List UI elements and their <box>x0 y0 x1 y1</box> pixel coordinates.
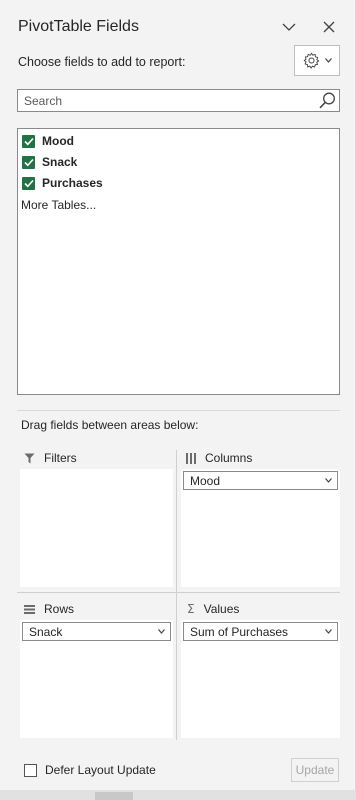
filters-drop-area[interactable] <box>20 469 173 587</box>
defer-checkbox[interactable] <box>24 763 37 777</box>
checkmark-icon <box>23 179 34 187</box>
filters-area-header: Filters <box>24 451 77 465</box>
update-button[interactable]: Update <box>291 758 339 782</box>
gear-icon <box>303 52 319 69</box>
filter-icon <box>24 453 35 463</box>
defer-label: Defer Layout Update <box>45 763 156 777</box>
pane-title: PivotTable Fields <box>18 18 139 35</box>
values-area-title: Values <box>203 602 240 616</box>
columns-area-title: Columns <box>205 451 253 465</box>
normal-view-button[interactable] <box>95 792 133 800</box>
chevron-down-icon <box>158 629 165 634</box>
pill-label: Snack <box>29 624 63 639</box>
close-icon <box>323 21 335 33</box>
more-tables-link[interactable]: More Tables... <box>21 198 96 212</box>
rows-drop-area[interactable]: Snack <box>20 620 173 738</box>
defer-layout-update[interactable]: Defer Layout Update <box>24 763 156 777</box>
field-item-mood[interactable]: Mood <box>22 132 74 150</box>
values-area-header: Σ Values <box>187 602 239 616</box>
field-list: Mood Snack Purchases More Tables... <box>17 128 340 395</box>
areas-horizontal-divider <box>17 592 340 593</box>
close-pane-button[interactable] <box>316 14 342 40</box>
divider <box>17 410 340 411</box>
chevron-down-icon <box>325 478 332 483</box>
field-checkbox[interactable] <box>22 155 35 169</box>
columns-field-pill[interactable]: Mood <box>183 471 338 490</box>
search-icon[interactable] <box>318 91 337 110</box>
field-item-snack[interactable]: Snack <box>22 153 77 171</box>
page-break-view-button[interactable] <box>175 792 213 800</box>
search-input[interactable] <box>18 90 308 111</box>
drag-fields-label: Drag fields between areas below: <box>21 418 199 432</box>
rows-field-pill[interactable]: Snack <box>22 622 171 641</box>
pane-options-dropdown[interactable] <box>276 14 302 40</box>
values-field-pill[interactable]: Sum of Purchases <box>183 622 338 641</box>
filters-area-title: Filters <box>44 451 77 465</box>
areas-vertical-divider <box>176 450 177 740</box>
chevron-down-icon <box>324 58 332 63</box>
checkmark-icon <box>23 158 34 166</box>
field-checkbox[interactable] <box>22 134 35 148</box>
tools-button[interactable] <box>294 45 340 76</box>
field-label: Mood <box>42 134 74 148</box>
sigma-icon: Σ <box>187 602 195 616</box>
chevron-down-icon <box>325 629 332 634</box>
values-drop-area[interactable]: Sum of Purchases <box>181 620 340 738</box>
field-item-purchases[interactable]: Purchases <box>22 174 103 192</box>
field-label: Purchases <box>42 176 103 190</box>
rows-area-title: Rows <box>44 602 75 616</box>
field-label: Snack <box>42 155 78 169</box>
columns-area-header: Columns <box>186 451 252 465</box>
search-box <box>17 89 340 112</box>
pivottable-fields-pane: PivotTable Fields Choose fields to add t… <box>0 0 356 790</box>
rows-area-header: Rows <box>24 602 74 616</box>
pill-label: Sum of Purchases <box>190 624 289 639</box>
chevron-down-icon <box>282 23 296 31</box>
checkmark-icon <box>23 137 34 145</box>
columns-icon <box>186 452 196 464</box>
choose-fields-label: Choose fields to add to report: <box>18 55 186 69</box>
rows-icon <box>24 604 35 614</box>
pill-label: Mood <box>190 473 221 488</box>
field-checkbox[interactable] <box>22 176 35 190</box>
columns-drop-area[interactable]: Mood <box>181 469 340 587</box>
page-layout-view-button[interactable] <box>135 792 173 800</box>
